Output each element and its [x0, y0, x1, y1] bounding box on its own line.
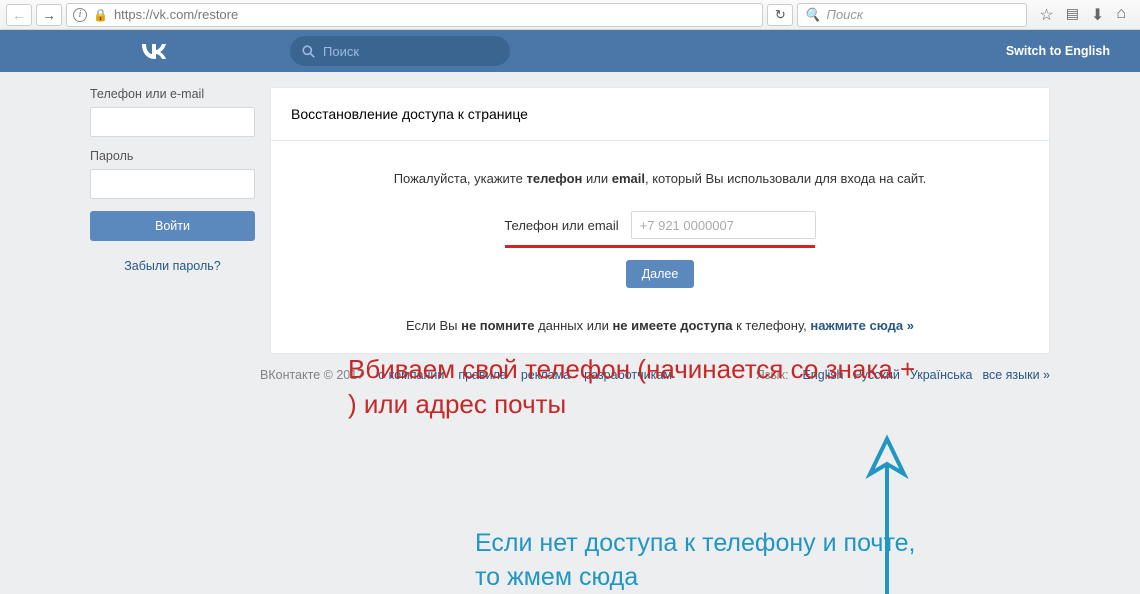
hint-post: , который Вы использовали для входа на с… — [645, 171, 926, 186]
browser-search[interactable]: 🔍 Поиск — [797, 3, 1027, 27]
info-icon[interactable]: i — [73, 8, 87, 22]
restore-field-row: Телефон или email — [504, 211, 815, 239]
password-label: Пароль — [90, 149, 255, 163]
footer-rules[interactable]: правила — [458, 368, 507, 382]
back-button[interactable]: ← — [6, 4, 32, 26]
vk-logo-icon — [140, 42, 168, 60]
vk-logo[interactable] — [140, 42, 180, 60]
lang-ru[interactable]: Русский — [853, 368, 899, 382]
lang-all[interactable]: все языки » — [982, 368, 1050, 382]
vk-header: Switch to English — [0, 30, 1140, 72]
reload-button[interactable]: ↻ — [767, 4, 793, 26]
switch-language-link[interactable]: Switch to English — [1006, 44, 1110, 58]
login-input[interactable] — [90, 107, 255, 137]
hint-phone: телефон — [526, 171, 582, 186]
footer-ads[interactable]: реклама — [521, 368, 570, 382]
restore-fallback-link[interactable]: нажмите сюда » — [810, 318, 914, 333]
footer: ВКонтакте © 2017 о компании правила рекл… — [90, 368, 1050, 382]
password-input[interactable] — [90, 169, 255, 199]
restore-title: Восстановление доступа к странице — [271, 88, 1049, 141]
search-icon: 🔍 — [804, 7, 820, 23]
forward-button[interactable]: → — [36, 4, 62, 26]
hint-mid: или — [582, 171, 611, 186]
lang-ua[interactable]: Українська — [910, 368, 973, 382]
annotation-underline — [505, 245, 815, 248]
fb-m2: к телефону, — [733, 318, 811, 333]
url-text: https://vk.com/restore — [114, 7, 238, 22]
center-wrap: Телефон или e-mail Пароль Войти Забыли п… — [90, 72, 1050, 354]
restore-fallback: Если Вы не помните данных или не имеете … — [291, 318, 1029, 333]
fb-m1: данных или — [534, 318, 612, 333]
vk-search-input[interactable] — [323, 44, 498, 59]
fb-b1: не помните — [461, 318, 534, 333]
annotation-arrow-icon — [862, 432, 912, 594]
forgot-password-link[interactable]: Забыли пароль? — [90, 259, 255, 273]
browser-search-placeholder: Поиск — [827, 7, 864, 22]
footer-year: © 2017 — [324, 368, 365, 382]
search-icon — [302, 45, 315, 58]
browser-toolbar: ← → i 🔒 https://vk.com/restore ↻ 🔍 Поиск… — [0, 0, 1140, 30]
restore-panel: Восстановление доступа к странице Пожалу… — [270, 87, 1050, 354]
footer-about[interactable]: о компании — [378, 368, 444, 382]
footer-company: ВКонтакте © 2017 — [260, 368, 364, 382]
login-panel: Телефон или e-mail Пароль Войти Забыли п… — [90, 87, 255, 354]
login-label: Телефон или e-mail — [90, 87, 255, 101]
fb-pre: Если Вы — [406, 318, 461, 333]
home-icon[interactable]: ⌂ — [1116, 5, 1126, 25]
next-button[interactable]: Далее — [626, 260, 695, 288]
lang-en[interactable]: English — [802, 368, 843, 382]
restore-field-label: Телефон или email — [504, 218, 618, 233]
restore-hint: Пожалуйста, укажите телефон или email, к… — [291, 171, 1029, 186]
url-bar[interactable]: i 🔒 https://vk.com/restore — [66, 3, 763, 27]
login-button[interactable]: Войти — [90, 211, 255, 241]
vk-search[interactable] — [290, 36, 510, 66]
page-body: Телефон или e-mail Пароль Войти Забыли п… — [0, 72, 1140, 594]
footer-devs[interactable]: разработчикам — [584, 368, 672, 382]
footer-lang-label: Язык: — [756, 368, 789, 382]
download-icon[interactable]: ⬇ — [1091, 5, 1104, 25]
hint-pre: Пожалуйста, укажите — [394, 171, 527, 186]
annotation-red: Вбиваем свой телефон (начинается со знак… — [348, 352, 918, 422]
hint-email: email — [612, 171, 645, 186]
library-icon[interactable]: ▤ — [1066, 5, 1079, 25]
annotation-blue: Если нет доступа к телефону и почте, то … — [475, 527, 925, 594]
footer-company-name: ВКонтакте — [260, 368, 320, 382]
lock-icon: 🔒 — [93, 8, 108, 22]
restore-body: Пожалуйста, укажите телефон или email, к… — [271, 141, 1049, 353]
browser-tool-icons: ☆ ▤ ⬇ ⌂ — [1031, 5, 1134, 25]
footer-lang-list: English Русский Українська все языки » — [802, 368, 1050, 382]
fb-b2: не имеете доступа — [612, 318, 732, 333]
bookmark-icon[interactable]: ☆ — [1039, 5, 1053, 25]
restore-input[interactable] — [631, 211, 816, 239]
